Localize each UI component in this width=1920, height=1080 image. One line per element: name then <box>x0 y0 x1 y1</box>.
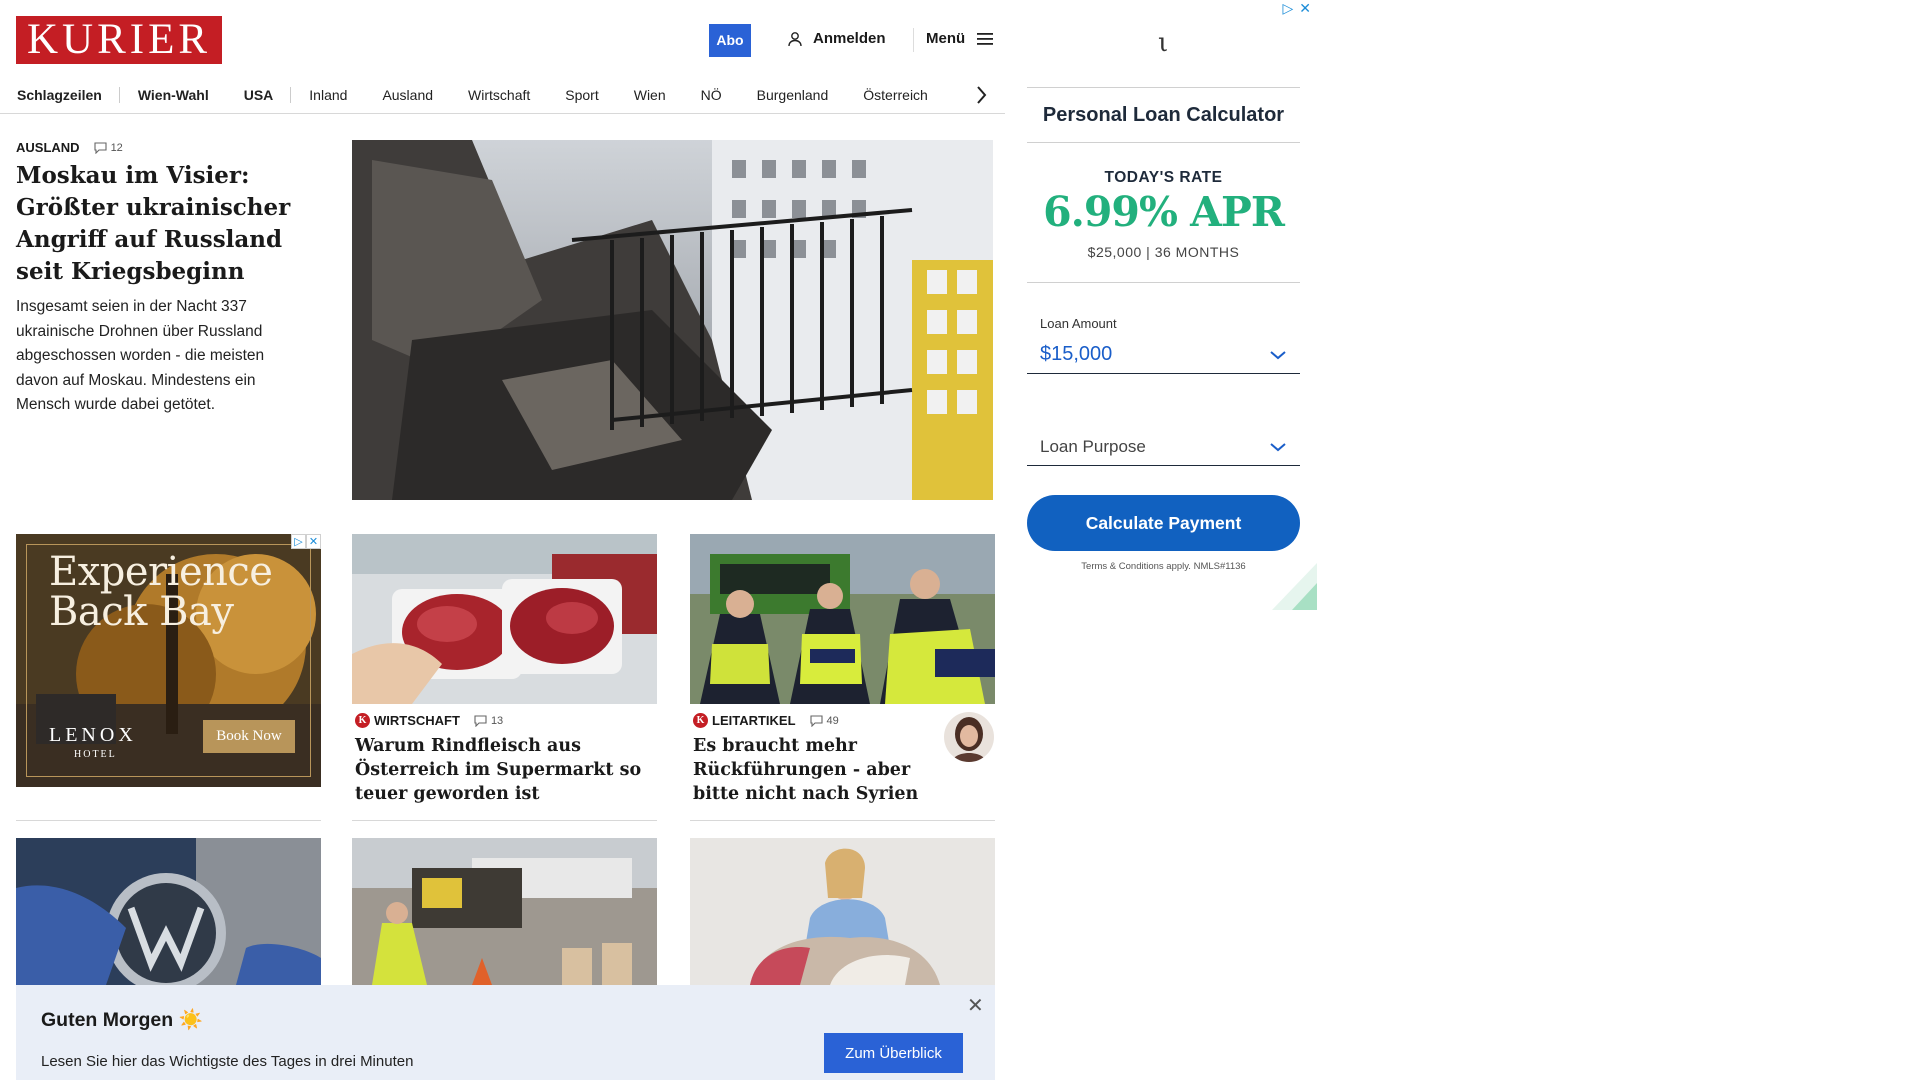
loan-amount-select[interactable]: $15,000 <box>1027 336 1300 374</box>
chevron-down-icon <box>1270 442 1286 451</box>
article-image-clothes[interactable] <box>690 838 995 985</box>
chevron-right-icon[interactable] <box>975 84 989 106</box>
chevron-down-icon <box>1270 350 1286 359</box>
nav-item-inland[interactable]: Inland <box>309 87 364 103</box>
abo-button[interactable]: Abo <box>709 24 751 57</box>
article-headline-rindfleisch[interactable]: Warum Rindfleisch aus Österreich im Supe… <box>355 734 660 806</box>
article-category[interactable]: LEITARTIKEL <box>712 713 796 728</box>
loan-calculator-title: Personal Loan Calculator <box>1042 104 1285 126</box>
banner-title: Guten Morgen ☀️ <box>41 1009 203 1031</box>
ad-headline-line-2: Back Bay <box>49 589 234 635</box>
todays-rate-label: TODAY'S RATE <box>1104 169 1223 186</box>
morning-briefing-banner: Guten Morgen ☀️ Lesen Sie hier das Wicht… <box>16 985 995 1080</box>
nav-item-noe[interactable]: NÖ <box>701 87 739 103</box>
adchoices[interactable]: ▷ ✕ <box>291 534 321 549</box>
ad-corner-decoration <box>1272 563 1317 610</box>
hamburger-icon <box>977 32 994 45</box>
nav-item-ausland[interactable]: Ausland <box>382 87 450 103</box>
kurier-plus-icon: K <box>693 713 708 728</box>
login-link[interactable]: Anmelden <box>787 30 886 47</box>
ad-terms: Terms & Conditions apply. NMLS#1136 <box>1081 561 1246 572</box>
article-meta-wirtschaft: K WIRTSCHAFT 13 <box>355 713 503 728</box>
lead-headline[interactable]: Moskau im Visier: Größter ukrainischer A… <box>16 160 321 288</box>
lead-image[interactable] <box>352 140 993 500</box>
article-comment-count: 13 <box>490 714 504 727</box>
article-headline-rueckfuehrungen[interactable]: Es braucht mehr Rückführungen - aber bit… <box>693 734 938 806</box>
article-image-police[interactable] <box>690 534 995 704</box>
ad-divider <box>1027 87 1300 88</box>
article-comments[interactable]: 13 <box>474 715 503 727</box>
nav-item-sport[interactable]: Sport <box>565 87 615 103</box>
ad-close-icon[interactable]: ✕ <box>306 534 321 549</box>
article-image-construction[interactable] <box>352 838 657 985</box>
ad-close-icon[interactable]: ✕ <box>1299 0 1311 17</box>
ad-backbay-headline: Experience Back Bay <box>49 549 273 635</box>
comment-icon <box>94 141 107 154</box>
nav-item-wien[interactable]: Wien <box>634 87 683 103</box>
overview-button[interactable]: Zum Überblick <box>824 1033 963 1073</box>
banner-text: Lesen Sie hier das Wichtigste des Tages … <box>41 1053 414 1070</box>
comment-icon <box>474 714 487 727</box>
nav-item-usa[interactable]: USA <box>244 86 292 103</box>
article-category[interactable]: WIRTSCHAFT <box>374 713 460 728</box>
nav-item-wien-wahl[interactable]: Wien-Wahl <box>138 87 226 103</box>
ad-headline-line-1: Experience <box>49 549 273 595</box>
ad-controls[interactable]: ▷ ✕ <box>1282 0 1311 17</box>
ad-divider <box>1027 142 1300 143</box>
adchoices-icon[interactable]: ▷ <box>291 534 306 549</box>
ad-hotel-sub: HOTEL <box>74 749 117 760</box>
rate-terms: $25,000 | 36 MONTHS <box>1087 244 1240 260</box>
card-divider <box>16 820 321 821</box>
lead-comments[interactable]: 12 <box>94 142 123 154</box>
lead-comment-count: 12 <box>110 141 123 154</box>
nav-item-wirtschaft[interactable]: Wirtschaft <box>468 87 547 103</box>
nav-item-burgenland[interactable]: Burgenland <box>757 87 846 103</box>
lead-category[interactable]: AUSLAND <box>16 140 80 155</box>
ad-divider <box>1027 282 1300 283</box>
card-divider <box>690 820 995 821</box>
login-label: Anmelden <box>813 30 886 47</box>
menu-label: Menü <box>926 30 966 47</box>
ad-brand-logo: ι <box>1158 28 1169 58</box>
loan-amount-label: Loan Amount <box>1040 316 1117 331</box>
article-image-vw[interactable] <box>16 838 321 985</box>
user-icon <box>788 31 802 46</box>
nav-item-schlagzeilen[interactable]: Schlagzeilen <box>17 86 120 103</box>
loan-purpose-select[interactable]: Loan Purpose <box>1027 428 1300 466</box>
article-image-beef[interactable] <box>352 534 657 704</box>
article-comment-count: 49 <box>826 714 839 727</box>
card-divider <box>352 820 657 821</box>
article-comments[interactable]: 49 <box>809 714 839 727</box>
article-meta-leitartikel: K LEITARTIKEL 49 <box>693 713 839 728</box>
author-avatar[interactable] <box>944 712 994 762</box>
close-icon[interactable]: ✕ <box>967 993 984 1018</box>
kurier-logo[interactable]: KURIER <box>16 16 222 64</box>
advertisement-backbay[interactable]: Experience Back Bay LENOX HOTEL Book Now… <box>16 534 321 787</box>
loan-purpose-placeholder: Loan Purpose <box>1040 436 1146 456</box>
comment-icon <box>809 714 823 727</box>
section-nav: Schlagzeilen Wien-Wahl USA Inland Auslan… <box>0 76 1005 114</box>
adchoices-icon[interactable]: ▷ <box>1282 0 1293 17</box>
menu-button[interactable]: Menü <box>926 30 994 47</box>
header-divider <box>913 28 914 52</box>
book-now-button[interactable]: Book Now <box>203 720 295 753</box>
nav-item-oesterreich[interactable]: Österreich <box>863 87 945 103</box>
ad-hotel-logo: LENOX <box>49 724 137 746</box>
apr-rate-value: 6.99% APR <box>1043 188 1285 236</box>
calculate-payment-button[interactable]: Calculate Payment <box>1027 495 1300 551</box>
lead-article-meta: AUSLAND 12 <box>16 140 123 155</box>
loan-amount-value: $15,000 <box>1040 343 1113 365</box>
lead-teaser[interactable]: Insgesamt seien in der Nacht 337 ukraini… <box>16 295 286 418</box>
kurier-plus-icon: K <box>355 713 370 728</box>
